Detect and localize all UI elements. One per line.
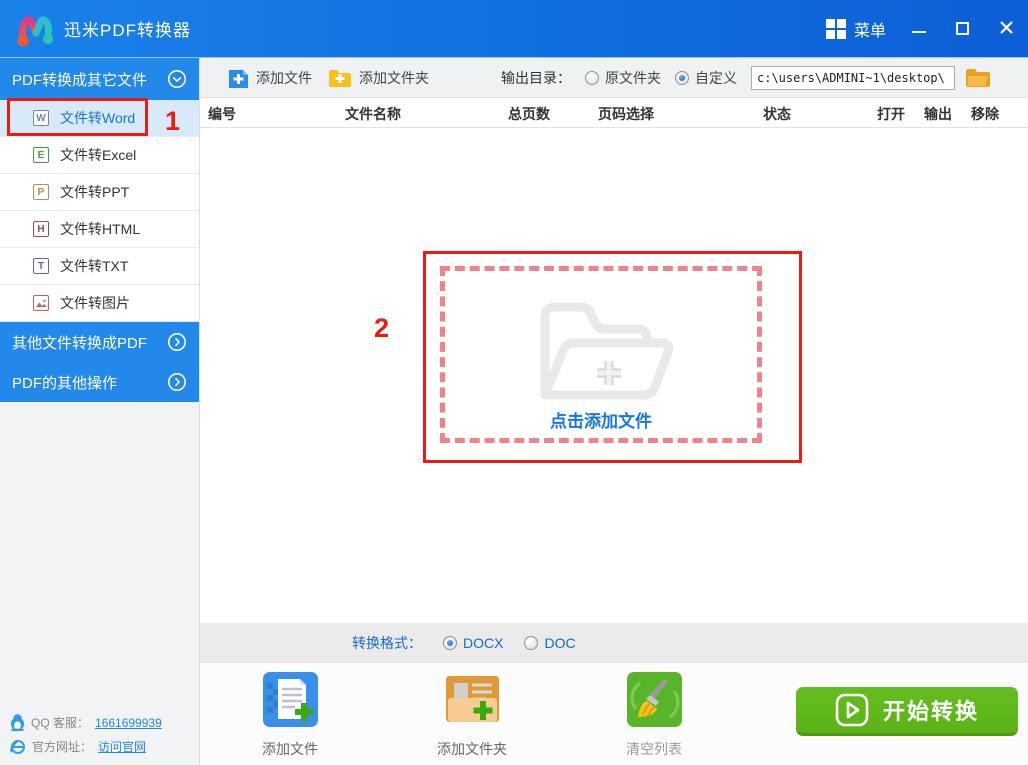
sidebar-section-pdf-other-ops[interactable]: PDF的其他操作 xyxy=(0,362,199,402)
word-doc-icon: W xyxy=(33,110,49,126)
radio-original-icon xyxy=(585,71,599,85)
open-folder-icon xyxy=(525,295,677,407)
col-number: 编号 xyxy=(208,104,236,124)
add-file-big-icon xyxy=(262,671,319,728)
ppt-doc-icon: P xyxy=(33,184,49,200)
maximize-icon xyxy=(956,22,969,35)
menu-grid-icon xyxy=(826,19,846,39)
click-add-files-dropzone[interactable]: 点击添加文件 xyxy=(440,266,762,443)
col-page-select: 页码选择 xyxy=(598,104,654,124)
radio-custom-folder[interactable]: 自定义 xyxy=(675,68,737,88)
radio-custom-icon xyxy=(675,71,689,85)
format-label: 转换格式： xyxy=(352,633,422,653)
radio-doc[interactable]: DOC xyxy=(524,635,575,651)
radio-custom-label: 自定义 xyxy=(695,68,737,88)
output-dir-label: 输出目录： xyxy=(501,68,571,88)
qq-label: QQ 客服： xyxy=(31,714,89,731)
chevron-down-circle-icon xyxy=(167,69,187,89)
sidebar-item-label: 文件转TXT xyxy=(60,256,128,276)
add-file-label: 添加文件 xyxy=(256,68,312,88)
col-output: 输出 xyxy=(924,104,952,124)
menu-button[interactable]: 菜单 xyxy=(826,17,886,41)
col-total-pages: 总页数 xyxy=(508,104,550,124)
col-open: 打开 xyxy=(877,104,905,124)
clear-list-label: 清空列表 xyxy=(599,739,709,759)
qq-number-link[interactable]: 1661699939 xyxy=(95,716,162,730)
minimize-icon xyxy=(912,31,926,33)
sidebar-item-pdf-to-txt[interactable]: T 文件转TXT xyxy=(0,248,199,285)
start-convert-label: 开始转换 xyxy=(883,694,979,726)
add-folder-big-button[interactable]: 添加文件夹 xyxy=(417,671,527,759)
sidebar-section-other-to-pdf[interactable]: 其他文件转换成PDF xyxy=(0,322,199,362)
col-status: 状态 xyxy=(763,104,791,124)
start-convert-button[interactable]: 开始转换 xyxy=(796,687,1018,736)
image-icon xyxy=(33,295,49,311)
maximize-button[interactable] xyxy=(956,20,969,38)
chevron-right-circle-icon xyxy=(167,332,187,352)
bottom-bar: 添加文件 添加文件夹 xyxy=(200,663,1028,765)
sidebar-item-pdf-to-ppt[interactable]: P 文件转PPT xyxy=(0,174,199,211)
ie-browser-icon xyxy=(10,739,26,755)
radio-original-folder[interactable]: 原文件夹 xyxy=(585,68,661,88)
clear-list-button[interactable]: 清空列表 xyxy=(599,671,709,759)
radio-docx-icon xyxy=(443,636,457,650)
col-remove: 移除 xyxy=(971,104,999,124)
toolbar: 添加文件 添加文件夹 输出目录： 原文件夹 自定义 xyxy=(200,58,1028,98)
sidebar-item-label: 文件转Excel xyxy=(60,145,136,165)
sidebar-item-label: 文件转HTML xyxy=(60,219,140,239)
qq-icon xyxy=(10,714,25,731)
radio-original-label: 原文件夹 xyxy=(605,68,661,88)
file-table-header: 编号 文件名称 总页数 页码选择 状态 打开 输出 移除 xyxy=(200,98,1028,128)
add-folder-big-label: 添加文件夹 xyxy=(417,739,527,759)
sidebar-item-label: 文件转Word xyxy=(60,108,135,128)
site-label: 官方网址： xyxy=(32,738,92,755)
play-icon xyxy=(835,693,869,727)
output-path-input[interactable] xyxy=(751,66,955,90)
add-folder-big-icon xyxy=(444,671,501,728)
add-folder-icon xyxy=(328,68,352,88)
close-button[interactable] xyxy=(999,19,1014,39)
section-label: 其他文件转换成PDF xyxy=(12,332,147,353)
add-file-big-button[interactable]: 添加文件 xyxy=(235,671,345,759)
format-bar: 转换格式： DOCX DOC xyxy=(200,622,1028,663)
contact-info: QQ 客服： 1661699939 官方网址： 访问官网 xyxy=(10,707,162,755)
app-title: 迅米PDF转换器 xyxy=(64,16,191,41)
title-bar: 迅米PDF转换器 菜单 xyxy=(0,0,1028,58)
sidebar-item-pdf-to-word[interactable]: W 文件转Word xyxy=(0,100,199,137)
html-doc-icon: H xyxy=(33,221,49,237)
section-label: PDF转换成其它文件 xyxy=(12,69,147,90)
add-folder-label: 添加文件夹 xyxy=(359,68,429,88)
col-filename: 文件名称 xyxy=(345,104,401,124)
minimize-button[interactable] xyxy=(912,20,926,38)
menu-label: 菜单 xyxy=(854,17,886,41)
app-logo xyxy=(14,8,56,50)
radio-doc-icon xyxy=(524,636,538,650)
radio-doc-label: DOC xyxy=(544,635,575,651)
official-site-link[interactable]: 访问官网 xyxy=(98,738,146,755)
sidebar-item-label: 文件转图片 xyxy=(60,293,130,313)
close-icon xyxy=(999,20,1014,35)
dropzone-label: 点击添加文件 xyxy=(550,407,652,432)
sidebar: PDF转换成其它文件 W 文件转Word E 文件转Excel P 文件转PPT… xyxy=(0,58,200,765)
txt-doc-icon: T xyxy=(33,258,49,274)
clear-list-icon xyxy=(626,671,683,728)
add-file-icon xyxy=(228,67,249,89)
add-file-big-label: 添加文件 xyxy=(235,739,345,759)
add-file-button[interactable]: 添加文件 xyxy=(228,67,312,89)
excel-doc-icon: E xyxy=(33,147,49,163)
browse-folder-icon[interactable] xyxy=(965,67,991,88)
section-label: PDF的其他操作 xyxy=(12,372,117,393)
sidebar-item-pdf-to-excel[interactable]: E 文件转Excel xyxy=(0,137,199,174)
sidebar-item-pdf-to-html[interactable]: H 文件转HTML xyxy=(0,211,199,248)
chevron-right-circle-icon xyxy=(167,372,187,392)
sidebar-section-pdf-to-other[interactable]: PDF转换成其它文件 xyxy=(0,58,199,100)
sidebar-item-label: 文件转PPT xyxy=(60,182,129,202)
radio-docx[interactable]: DOCX xyxy=(443,635,503,651)
radio-docx-label: DOCX xyxy=(463,635,503,651)
add-folder-button[interactable]: 添加文件夹 xyxy=(328,68,429,88)
sidebar-item-pdf-to-image[interactable]: 文件转图片 xyxy=(0,285,199,322)
